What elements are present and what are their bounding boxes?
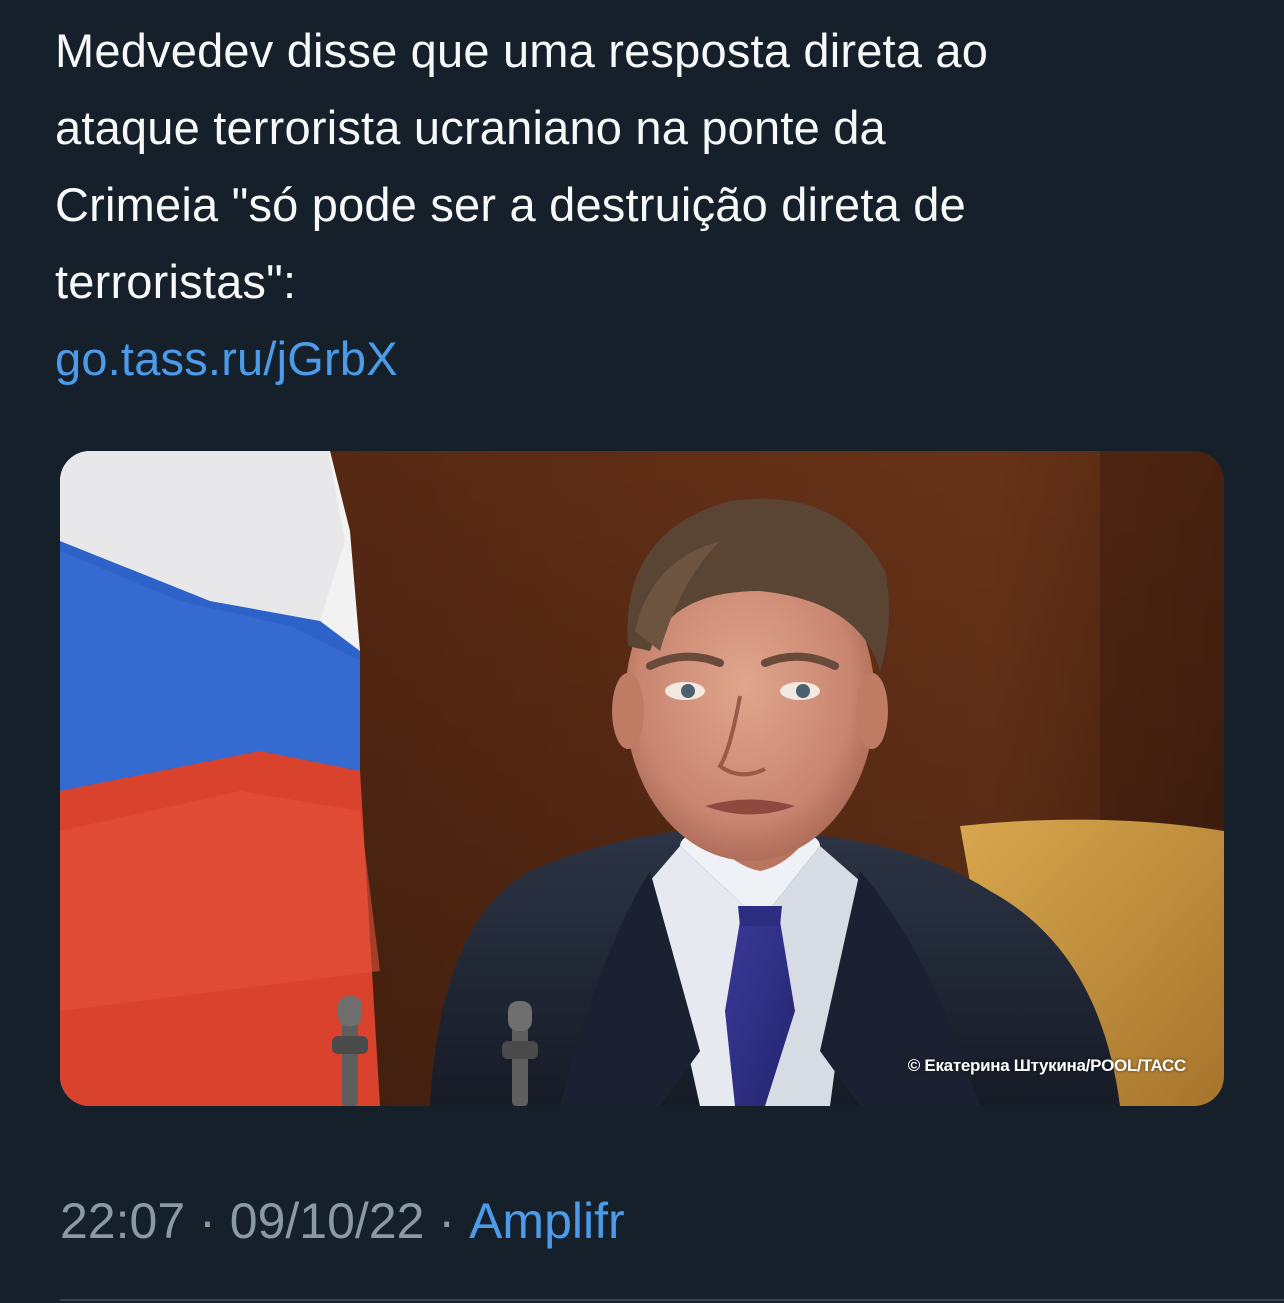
- tweet-text-line: Crimeia "só pode ser a destruição direta…: [55, 178, 966, 231]
- tweet-time[interactable]: 22:07: [60, 1193, 185, 1249]
- photo-credit: © Екатерина Штукина/POOL/ТАСС: [907, 1056, 1187, 1075]
- tweet-link[interactable]: go.tass.ru/jGrbX: [55, 320, 1235, 397]
- meta-separator: ·: [438, 1193, 456, 1249]
- tweet-date[interactable]: 09/10/22: [230, 1193, 425, 1249]
- tweet-text-line: Medvedev disse que uma resposta direta a…: [55, 24, 989, 77]
- tweet-meta: 22:07 · 09/10/22 · Amplifr: [60, 1188, 625, 1254]
- tweet-text-line: ataque terrorista ucraniano na ponte da: [55, 101, 886, 154]
- tweet-source-link[interactable]: Amplifr: [469, 1193, 625, 1249]
- divider: [60, 1299, 1284, 1301]
- tweet-media-image[interactable]: © Екатерина Штукина/POOL/ТАСС: [60, 451, 1224, 1106]
- meta-separator: ·: [199, 1193, 216, 1249]
- tweet-text-line: terroristas":: [55, 255, 297, 308]
- tweet-text: Medvedev disse que uma resposta direta a…: [55, 12, 1235, 397]
- media-photo-illustration: [60, 451, 1224, 1106]
- tweet: Medvedev disse que uma resposta direta a…: [0, 0, 1284, 1303]
